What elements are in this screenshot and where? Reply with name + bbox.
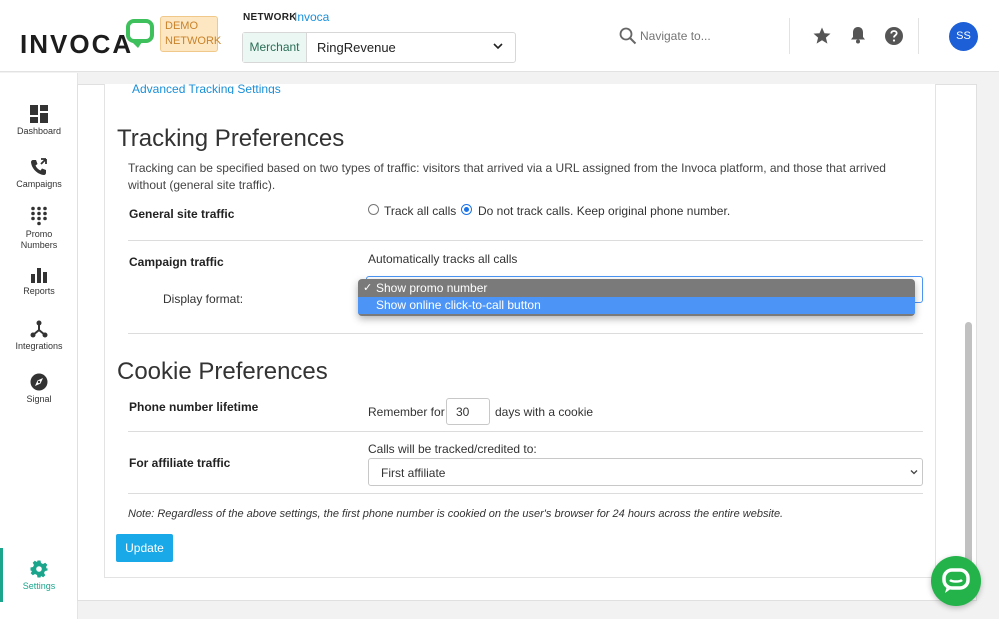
chat-icon (942, 568, 970, 593)
sidebar-item-reports[interactable]: Reports (0, 267, 78, 296)
phone-number-lifetime-label: Phone number lifetime (129, 400, 259, 414)
phone-forward-icon (31, 158, 47, 175)
help-icon[interactable] (884, 26, 904, 46)
dropdown-option-label: Show promo number (376, 281, 488, 295)
display-format-dropdown: ✓ Show promo number Show online click-to… (358, 279, 915, 316)
affiliate-select[interactable]: First affiliate (368, 458, 923, 486)
cookie-preferences-title: Cookie Preferences (117, 358, 328, 385)
bell-icon[interactable] (848, 25, 868, 45)
display-format-label: Display format: (163, 292, 244, 306)
do-not-track-radio[interactable] (461, 204, 472, 215)
tracking-description: Tracking can be specified based on two t… (128, 161, 886, 192)
divider (128, 493, 923, 494)
divider (128, 431, 923, 432)
sidebar: Dashboard Campaigns Promo Numbers Report… (0, 73, 78, 619)
update-button[interactable]: Update (116, 534, 173, 562)
merchant-label: Merchant (243, 33, 307, 62)
track-all-calls-label[interactable]: Track all calls (384, 204, 456, 218)
cookie-days-input[interactable] (446, 398, 490, 425)
dialpad-icon (31, 206, 47, 226)
integrations-icon (30, 320, 48, 338)
merchant-select[interactable]: Merchant RingRevenue (242, 32, 516, 63)
bar-chart-icon (31, 268, 47, 283)
cookie-note: Note: Regardless of the above settings, … (128, 508, 784, 520)
network-link[interactable]: Invoca (294, 10, 329, 24)
sidebar-item-label: Dashboard (16, 126, 62, 136)
invoca-logo[interactable]: INVOCA (20, 29, 133, 60)
gear-icon (30, 560, 48, 578)
network-label: NETWORK (243, 12, 297, 23)
credited-to-text: Calls will be tracked/credited to: (368, 442, 537, 456)
chevron-down-icon (493, 43, 503, 50)
campaign-auto-text: Automatically tracks all calls (368, 252, 518, 266)
dropdown-option-promo-number[interactable]: ✓ Show promo number (358, 280, 915, 297)
sidebar-item-label: Promo Numbers (20, 229, 58, 250)
sidebar-item-label: Settings (22, 581, 56, 591)
affiliate-traffic-label: For affiliate traffic (129, 456, 231, 470)
header-divider (918, 18, 919, 54)
scrollbar-thumb[interactable] (965, 322, 972, 571)
sidebar-item-signal[interactable]: Signal (0, 373, 78, 404)
user-avatar[interactable]: SS (949, 22, 978, 51)
header-divider (789, 18, 790, 54)
sidebar-item-label: Campaigns (16, 179, 62, 189)
divider (128, 240, 923, 241)
tracking-preferences-title: Tracking Preferences (117, 125, 345, 152)
sidebar-item-integrations[interactable]: Integrations (0, 320, 78, 351)
campaign-traffic-label: Campaign traffic (129, 255, 224, 269)
dropdown-option-label: Show online click-to-call button (376, 298, 541, 312)
sidebar-item-dashboard[interactable]: Dashboard (0, 105, 78, 136)
star-icon[interactable] (812, 26, 832, 46)
sidebar-item-label: Signal (26, 394, 52, 404)
track-all-calls-radio[interactable] (368, 204, 379, 215)
chat-launcher-button[interactable] (931, 556, 981, 606)
compass-icon (30, 373, 48, 391)
chat-bubble-logo-icon (126, 19, 154, 48)
do-not-track-label[interactable]: Do not track calls. Keep original phone … (478, 204, 730, 218)
demo-network-badge: DEMO NETWORK (160, 16, 222, 52)
sidebar-item-settings[interactable]: Settings (0, 560, 78, 591)
navigate-search-input[interactable] (640, 25, 780, 47)
dropdown-option-click-to-call[interactable]: Show online click-to-call button (358, 297, 915, 314)
sidebar-item-campaigns[interactable]: Campaigns (0, 158, 78, 189)
sidebar-item-promo-numbers[interactable]: Promo Numbers (0, 206, 78, 251)
demo-badge-line1: DEMO (165, 20, 198, 32)
chevron-down-icon (910, 470, 918, 475)
settings-panel (104, 84, 936, 578)
sidebar-item-label: Reports (23, 286, 55, 296)
advanced-tracking-settings-link[interactable]: Advanced Tracking Settings (132, 80, 281, 94)
days-suffix-text: days with a cookie (495, 405, 594, 419)
top-header: INVOCA DEMO NETWORK NETWORK Invoca Merch… (0, 0, 999, 72)
divider (128, 333, 923, 334)
general-site-traffic-label: General site traffic (129, 207, 235, 221)
search-icon[interactable] (619, 27, 637, 45)
demo-badge-line2: NETWORK (165, 35, 222, 47)
remember-for-text: Remember for (368, 405, 445, 419)
checkmark-icon: ✓ (363, 282, 373, 294)
dashboard-icon (30, 105, 48, 123)
merchant-value: RingRevenue (317, 40, 396, 55)
sidebar-item-label: Integrations (15, 341, 63, 351)
affiliate-select-value: First affiliate (381, 466, 446, 480)
